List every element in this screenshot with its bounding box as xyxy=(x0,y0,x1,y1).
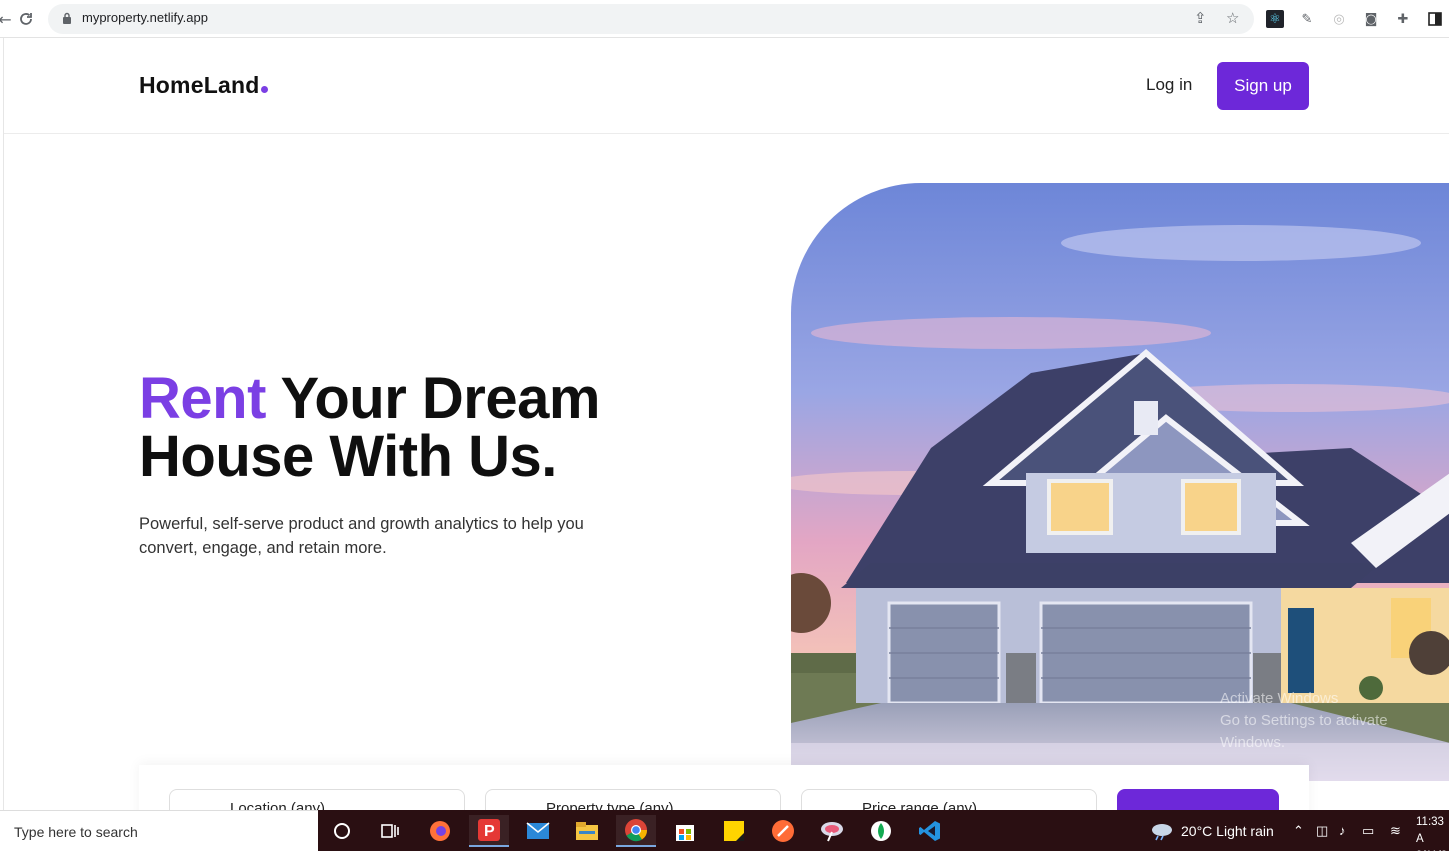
navbar: HomeLand Log in Sign up xyxy=(4,38,1449,134)
svg-text:P: P xyxy=(484,823,495,840)
hero-title: Rent Your Dream House With Us. xyxy=(139,370,600,486)
side-panel-icon[interactable] xyxy=(1426,10,1444,28)
price-range-label: Price range (any) xyxy=(862,800,978,810)
sticky-notes-icon[interactable] xyxy=(714,815,754,847)
mail-icon[interactable] xyxy=(518,815,558,847)
search-panel: Location (any) Property type (any) Price… xyxy=(139,765,1309,810)
taskbar-clock[interactable]: 11:33 A 9/11/2 xyxy=(1416,814,1449,865)
taskbar-search-placeholder: Type here to search xyxy=(14,824,138,840)
property-type-label: Property type (any) xyxy=(546,800,674,810)
weather-text[interactable]: 20°C Light rain xyxy=(1181,823,1274,839)
back-icon[interactable]: ← xyxy=(0,8,16,30)
firefox-icon[interactable] xyxy=(420,815,460,847)
property-type-select[interactable]: Property type (any) xyxy=(485,789,781,810)
cortana-icon[interactable] xyxy=(322,815,362,847)
taskbar-search[interactable]: Type here to search xyxy=(0,810,318,851)
battery-icon[interactable]: ▭ xyxy=(1362,823,1374,839)
chrome-icon[interactable] xyxy=(616,815,656,847)
location-label: Location (any) xyxy=(230,800,326,810)
hero-title-line1: Your Dream xyxy=(265,366,600,431)
camera-icon[interactable]: ◙ xyxy=(1362,10,1380,28)
activate-windows-watermark: Activate Windows Go to Settings to activ… xyxy=(1220,688,1449,754)
task-view-icon[interactable] xyxy=(370,815,410,847)
share-icon[interactable]: ⇪ xyxy=(1194,9,1207,27)
show-hidden-icons-icon[interactable]: ⌃ xyxy=(1293,823,1304,839)
meet-now-icon[interactable]: ◫ xyxy=(1316,823,1328,839)
watermark-line2: Go to Settings to activate Windows. xyxy=(1220,712,1388,751)
postman-icon[interactable]: P xyxy=(469,815,509,847)
file-explorer-icon[interactable] xyxy=(567,815,607,847)
logo-dot-icon xyxy=(261,86,269,93)
logo-text: HomeLand xyxy=(139,72,260,98)
price-range-select[interactable]: Price range (any) xyxy=(801,789,1097,810)
hero-title-line2: House With Us. xyxy=(139,424,557,489)
clock-time: 11:33 A xyxy=(1416,816,1444,845)
signup-button[interactable]: Sign up xyxy=(1217,62,1309,110)
puzzle-icon[interactable]: ✚ xyxy=(1394,10,1412,28)
vscode-icon[interactable] xyxy=(910,815,950,847)
snipping-tool-icon[interactable] xyxy=(812,815,852,847)
extension-icon[interactable]: ◎ xyxy=(1330,10,1348,28)
postman-orange-icon[interactable] xyxy=(763,815,803,847)
hero-subtitle: Powerful, self-serve product and growth … xyxy=(139,515,584,557)
bookmark-star-icon[interactable]: ☆ xyxy=(1226,9,1239,27)
mongodb-compass-icon[interactable] xyxy=(861,815,901,847)
microsoft-store-icon[interactable] xyxy=(665,815,705,847)
logo[interactable]: HomeLand xyxy=(139,72,269,99)
login-link[interactable]: Log in xyxy=(1146,75,1192,95)
windows-taskbar: Type here to search P 20°C Light rain ⌃ … xyxy=(0,810,1449,862)
volume-icon[interactable]: ♪ xyxy=(1339,823,1346,838)
browser-toolbar: ← myproperty.netlify.app ⇪ ☆ ⚛ ✎ ◎ ◙ ✚ xyxy=(0,0,1449,38)
watermark-line1: Activate Windows xyxy=(1220,690,1339,707)
address-bar[interactable]: myproperty.netlify.app ⇪ ☆ xyxy=(48,4,1254,34)
color-picker-icon[interactable]: ✎ xyxy=(1298,10,1316,28)
search-button[interactable] xyxy=(1117,789,1279,810)
location-select[interactable]: Location (any) xyxy=(169,789,465,810)
url-text: myproperty.netlify.app xyxy=(82,10,208,25)
react-devtools-icon[interactable]: ⚛ xyxy=(1266,10,1284,28)
lock-icon xyxy=(63,12,71,24)
weather-icon[interactable] xyxy=(1150,821,1174,845)
wifi-icon[interactable]: ≋ xyxy=(1390,823,1401,839)
reload-icon[interactable] xyxy=(15,8,37,30)
hero-title-accent: Rent xyxy=(139,366,266,431)
